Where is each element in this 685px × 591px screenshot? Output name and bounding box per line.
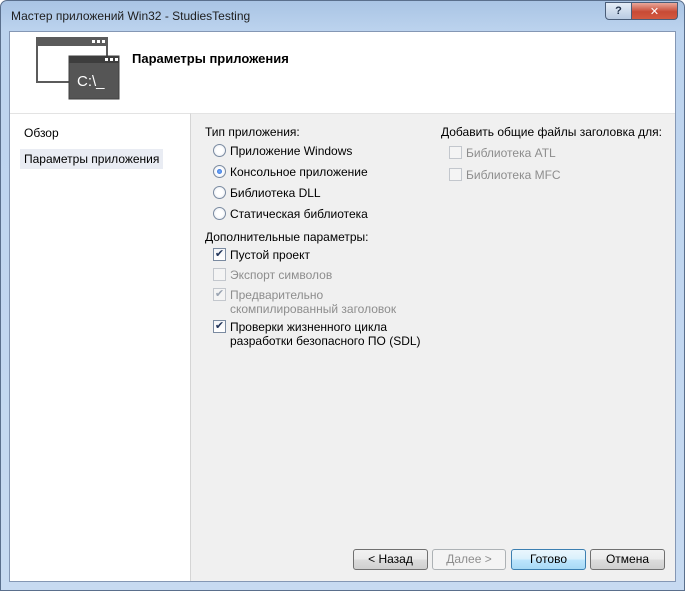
checkbox-label-line2: разработки безопасного ПО (SDL) xyxy=(230,334,421,348)
checkbox-label: Проверки жизненного цикла разработки без… xyxy=(230,320,421,348)
checkbox-label: Библиотека MFC xyxy=(466,168,561,182)
checkbox-label-line2: скомпилированный заголовок xyxy=(230,302,397,316)
radio-button[interactable] xyxy=(213,207,226,220)
close-button[interactable]: ✕ xyxy=(632,2,678,20)
checkbox-checked-icon: ✔ xyxy=(213,288,226,301)
next-button: Далее > xyxy=(432,549,506,570)
radio-button[interactable] xyxy=(213,186,226,199)
wizard-sidebar: Обзор Параметры приложения xyxy=(10,113,191,581)
checkbox-label: Экспорт символов xyxy=(230,268,333,282)
checkbox-sdl-checks[interactable]: ✔ Проверки жизненного цикла разработки б… xyxy=(213,320,421,348)
window-title: Мастер приложений Win32 - StudiesTesting xyxy=(11,9,251,23)
caption-buttons: ? ✕ xyxy=(605,2,678,20)
checkbox-label: Пустой проект xyxy=(230,248,310,262)
radio-static-lib[interactable]: Статическая библиотека xyxy=(213,207,368,221)
checkbox-checked-icon[interactable]: ✔ xyxy=(213,320,226,333)
page-title: Параметры приложения xyxy=(132,51,289,66)
app-type-label: Тип приложения: xyxy=(205,125,300,139)
radio-label: Консольное приложение xyxy=(230,165,368,179)
radio-button[interactable] xyxy=(213,144,226,157)
extra-options-label: Дополнительные параметры: xyxy=(205,230,369,244)
radio-dll[interactable]: Библиотека DLL xyxy=(213,186,321,200)
settings-panel: Тип приложения: Приложение Windows Консо… xyxy=(191,113,675,581)
checkbox-mfc: Библиотека MFC xyxy=(449,168,561,182)
wizard-client-area: C:\_ Параметры приложения Обзор Параметр… xyxy=(9,31,676,582)
checkbox-icon xyxy=(213,268,226,281)
title-bar[interactable]: Мастер приложений Win32 - StudiesTesting… xyxy=(1,1,684,31)
checkbox-icon xyxy=(449,168,462,181)
radio-console-app[interactable]: Консольное приложение xyxy=(213,165,368,179)
checkbox-empty-project[interactable]: ✔ Пустой проект xyxy=(213,248,310,262)
common-headers-label: Добавить общие файлы заголовка для: xyxy=(441,125,662,139)
close-icon: ✕ xyxy=(649,5,660,18)
checkbox-label-line1: Проверки жизненного цикла xyxy=(230,320,388,334)
checkbox-label: Предварительно скомпилированный заголово… xyxy=(230,288,396,316)
help-icon: ? xyxy=(615,5,622,17)
radio-button-selected[interactable] xyxy=(213,165,226,178)
radio-label: Библиотека DLL xyxy=(230,186,321,200)
wizard-window: Мастер приложений Win32 - StudiesTesting… xyxy=(0,0,685,591)
checkbox-icon xyxy=(449,146,462,159)
back-button[interactable]: < Назад xyxy=(353,549,428,570)
checkbox-label: Библиотека ATL xyxy=(466,146,556,160)
help-button[interactable]: ? xyxy=(605,2,632,20)
checkbox-atl: Библиотека ATL xyxy=(449,146,556,160)
wizard-header: C:\_ Параметры приложения xyxy=(10,32,675,113)
cancel-button[interactable]: Отмена xyxy=(590,549,665,570)
radio-label: Приложение Windows xyxy=(230,144,353,158)
checkbox-precompiled-header: ✔ Предварительно скомпилированный заголо… xyxy=(213,288,396,316)
finish-button[interactable]: Готово xyxy=(511,549,586,570)
radio-windows-app[interactable]: Приложение Windows xyxy=(213,144,352,158)
checkbox-checked-icon[interactable]: ✔ xyxy=(213,248,226,261)
checkbox-export-symbols: Экспорт символов xyxy=(213,268,332,282)
radio-label: Статическая библиотека xyxy=(230,207,368,221)
checkbox-label-line1: Предварительно xyxy=(230,288,324,302)
sidebar-item-app-settings[interactable]: Параметры приложения xyxy=(20,149,164,169)
console-prompt-text: C:\_ xyxy=(77,73,105,90)
sidebar-item-overview[interactable]: Обзор xyxy=(20,123,63,143)
console-app-icon: C:\_ xyxy=(36,37,120,100)
